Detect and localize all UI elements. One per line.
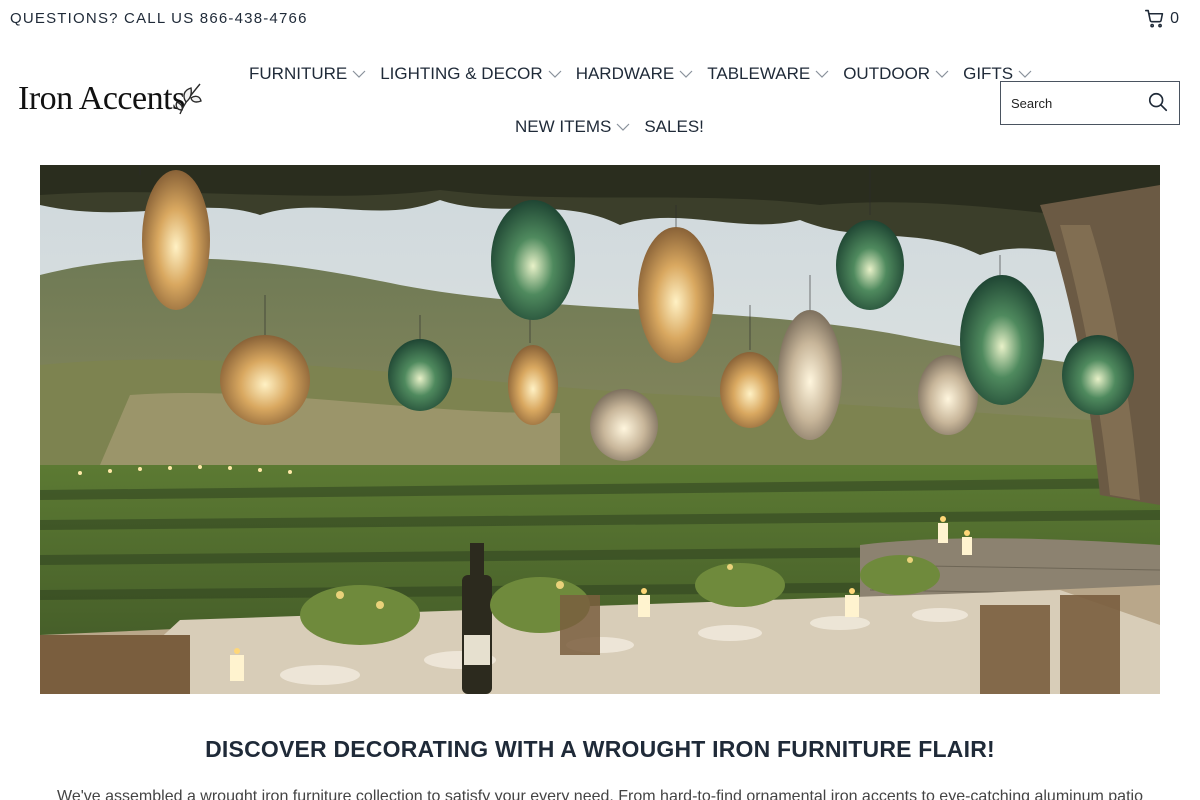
- nav-item-hardware[interactable]: HARDWARE: [576, 64, 694, 84]
- chevron-down-icon: [679, 70, 693, 78]
- cart-button[interactable]: 0: [1145, 9, 1180, 28]
- phone-link[interactable]: QUESTIONS? CALL US 866-438-4766: [10, 10, 308, 27]
- logo-text: Iron Accents: [18, 80, 185, 117]
- shopping-cart-icon: [1145, 9, 1164, 28]
- main-nav-row-2: NEW ITEMS SALES!: [515, 117, 704, 137]
- top-bar: QUESTIONS? CALL US 866-438-4766 0: [0, 0, 1200, 40]
- chevron-down-icon: [352, 70, 366, 78]
- nav-item-new-items[interactable]: NEW ITEMS: [515, 117, 630, 137]
- chevron-down-icon: [616, 123, 630, 131]
- leaf-flourish-icon: [175, 83, 202, 115]
- hero-scene: [40, 165, 1160, 694]
- page-headline: DISCOVER DECORATING WITH A WROUGHT IRON …: [205, 736, 995, 762]
- nav-item-sales[interactable]: SALES!: [644, 117, 704, 137]
- search-input[interactable]: [1011, 93, 1141, 113]
- nav-item-label: FURNITURE: [249, 64, 348, 83]
- search-box: [1000, 81, 1180, 125]
- nav-item-furniture[interactable]: FURNITURE: [249, 64, 366, 84]
- nav-item-label: LIGHTING & DECOR: [380, 64, 543, 83]
- nav-item-lighting-decor[interactable]: LIGHTING & DECOR: [380, 64, 562, 84]
- chevron-down-icon: [935, 70, 949, 78]
- site-logo[interactable]: Iron Accents: [18, 78, 204, 124]
- nav-item-tableware[interactable]: TABLEWARE: [707, 64, 829, 84]
- nav-item-label: OUTDOOR: [843, 64, 931, 83]
- cart-count: 0: [1170, 9, 1180, 27]
- hero-banner-image[interactable]: [40, 165, 1160, 694]
- nav-item-label: SALES!: [644, 117, 704, 136]
- intro-paragraph: We've assembled a wrought iron furniture…: [57, 788, 1143, 800]
- chevron-down-icon: [1018, 70, 1032, 78]
- search-icon[interactable]: [1147, 91, 1169, 113]
- nav-item-label: NEW ITEMS: [515, 117, 612, 136]
- chevron-down-icon: [815, 70, 829, 78]
- nav-item-label: TABLEWARE: [707, 64, 811, 83]
- chevron-down-icon: [548, 70, 562, 78]
- main-nav: FURNITURE LIGHTING & DECOR HARDWARE TABL…: [249, 64, 1032, 84]
- nav-item-label: HARDWARE: [575, 64, 675, 83]
- nav-item-outdoor[interactable]: OUTDOOR: [843, 64, 949, 84]
